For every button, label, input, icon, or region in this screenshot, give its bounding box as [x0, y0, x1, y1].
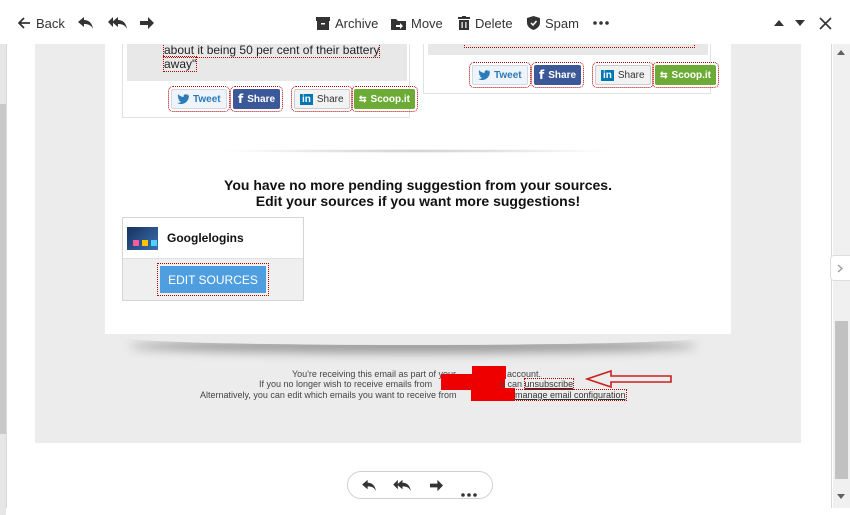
scoopit-icon: ⇆ — [359, 93, 367, 104]
footer-line-1: You're receiving this email as part of y… — [292, 369, 456, 379]
back-label: Back — [36, 15, 65, 31]
archive-button[interactable]: Archive — [316, 14, 378, 32]
unsubscribe-link[interactable]: unsubscribe — [523, 378, 575, 390]
reply-all-icon — [393, 479, 411, 492]
tweet-button[interactable]: Tweet — [168, 86, 230, 112]
source-actions: EDIT SOURCES — [123, 258, 303, 300]
source-thumbnail — [127, 226, 158, 250]
article-quote-right — [428, 44, 708, 55]
more-actions-button[interactable] — [593, 14, 609, 32]
facebook-share-label: Share — [247, 93, 276, 105]
caret-down-icon — [795, 20, 805, 26]
footer-line-1-end: account. — [507, 369, 542, 379]
close-button[interactable] — [819, 14, 832, 32]
reply-button[interactable] — [78, 14, 94, 32]
facebook-share-label: Share — [548, 69, 577, 81]
article-card-left: about it being 50 per cent of their batt… — [122, 44, 418, 118]
scoopit-button[interactable]: ⇆ Scoop.it — [351, 86, 418, 112]
bottom-forward-button[interactable] — [429, 479, 444, 497]
manage-email-configuration-link[interactable]: manage email configuration — [514, 389, 627, 401]
footer-line-1-start: You're receiving this email as part of y… — [292, 369, 456, 379]
archive-label: Archive — [335, 15, 379, 31]
linkedin-share-label: Share — [617, 69, 645, 81]
scroll-down-arrow-icon[interactable] — [837, 494, 845, 499]
pending-line-2: Edit your sources if you want more sugge… — [255, 193, 581, 209]
linkedin-icon: in — [300, 93, 313, 105]
quote-line-right — [464, 44, 695, 48]
message-body-viewer[interactable]: about it being 50 per cent of their batt… — [6, 44, 832, 508]
forward-icon — [430, 479, 443, 492]
spam-button[interactable]: Spam — [527, 14, 579, 32]
tweet-label: Tweet — [494, 69, 522, 81]
chevron-right-icon — [837, 264, 843, 273]
more-dots-icon — [593, 21, 609, 25]
facebook-icon: f — [539, 68, 545, 82]
message-toolbar: Back Archive Move Delete Spam — [0, 0, 850, 46]
forward-button[interactable] — [139, 14, 155, 32]
archive-icon — [316, 16, 330, 30]
linkedin-share-button-right[interactable]: in Share — [592, 62, 654, 88]
close-icon — [819, 16, 832, 30]
reply-icon — [78, 17, 93, 29]
source-card: Googlelogins EDIT SOURCES — [122, 217, 304, 301]
scroll-thumb[interactable] — [835, 321, 848, 479]
quote-line-2: away" — [162, 56, 198, 72]
spam-label: Spam — [545, 15, 579, 31]
source-header: Googlelogins — [123, 218, 303, 258]
back-button[interactable]: Back — [18, 14, 65, 32]
arrow-left-icon — [18, 17, 30, 29]
source-name: Googlelogins — [167, 231, 244, 245]
footer-line-1-end-wrap: account. — [507, 369, 541, 379]
edit-sources-button[interactable]: EDIT SOURCES — [157, 263, 269, 296]
delete-button[interactable]: Delete — [458, 14, 513, 32]
scroll-up-arrow-icon[interactable] — [837, 50, 845, 55]
footer-line-3-end: manage email configuration — [514, 389, 627, 401]
facebook-share-button[interactable]: f Share — [229, 86, 284, 112]
move-folder-icon — [391, 18, 406, 30]
footer-line-3: Alternatively, you can edit which emails… — [200, 390, 456, 400]
facebook-share-button-right[interactable]: f Share — [530, 62, 585, 88]
linkedin-icon: in — [601, 69, 614, 81]
move-button[interactable]: Move — [391, 14, 443, 32]
scoopit-icon: ⇆ — [660, 69, 668, 80]
more-dots-icon — [461, 493, 477, 497]
footer-line-3-start: Alternatively, you can edit which emails… — [200, 390, 457, 400]
scoopit-button-right[interactable]: ⇆ Scoop.it — [652, 62, 719, 88]
section-divider — [217, 149, 617, 153]
bottom-action-bar — [347, 471, 493, 499]
facebook-icon: f — [238, 92, 244, 106]
reply-all-icon — [108, 17, 127, 29]
twitter-bird-icon — [177, 94, 189, 104]
bottom-more-button[interactable] — [461, 484, 477, 502]
reply-all-button[interactable] — [108, 14, 128, 32]
tweet-button-right[interactable]: Tweet — [469, 62, 531, 88]
bottom-reply-button[interactable] — [362, 479, 377, 497]
next-message-button[interactable] — [795, 14, 805, 32]
tweet-label: Tweet — [193, 93, 221, 105]
previous-message-button[interactable] — [774, 14, 784, 32]
pending-message: You have no more pending suggestion from… — [105, 177, 731, 209]
pending-line-1: You have no more pending suggestion from… — [224, 177, 612, 193]
redaction-3 — [471, 388, 515, 401]
caret-up-icon — [774, 20, 784, 26]
move-label: Move — [411, 15, 443, 31]
forward-icon — [140, 17, 154, 29]
linkedin-share-label: Share — [316, 93, 344, 105]
shield-icon — [527, 16, 540, 30]
bottom-reply-all-button[interactable] — [393, 479, 412, 497]
annotation-arrow-icon — [585, 369, 672, 389]
linkedin-share-button[interactable]: in Share — [291, 86, 353, 112]
footer-line-2-start: If you no longer wish to receive emails … — [259, 379, 433, 389]
delete-label: Delete — [475, 15, 513, 31]
scoopit-label: Scoop.it — [671, 69, 711, 81]
footer-line-2: If you no longer wish to receive emails … — [259, 379, 432, 389]
side-panel-toggle[interactable] — [830, 255, 850, 281]
article-card-right: Tweet f Share in Share ⇆ Scoop.it — [423, 44, 719, 94]
trash-icon — [458, 16, 470, 30]
twitter-bird-icon — [478, 70, 490, 80]
article-quote-left: about it being 50 per cent of their batt… — [127, 44, 407, 81]
reply-icon — [362, 479, 376, 492]
scoopit-label: Scoop.it — [370, 93, 410, 105]
quote-line-1: about it being 50 per cent of their batt… — [162, 44, 381, 58]
